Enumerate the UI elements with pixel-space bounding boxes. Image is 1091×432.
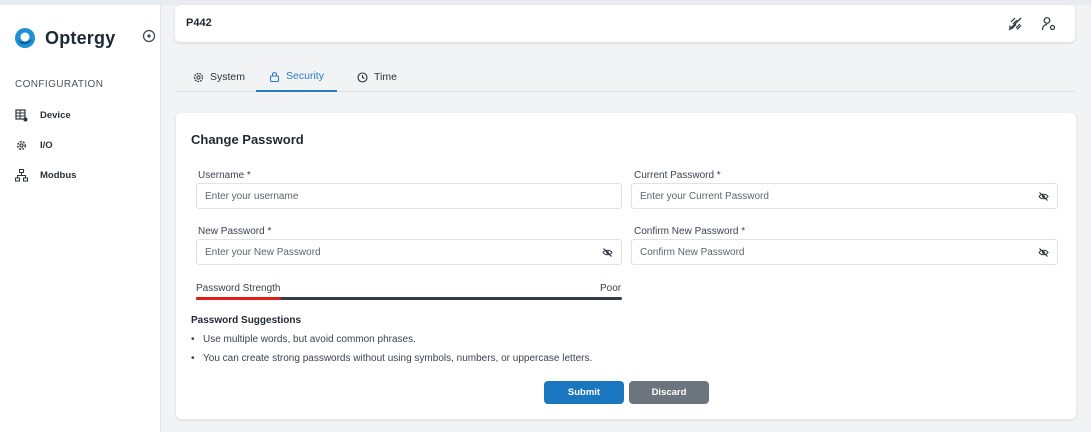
tab-label: Security [286, 70, 324, 82]
gear-icon [193, 72, 204, 82]
suggestions-title: Password Suggestions [191, 315, 302, 326]
settings-tabs: System Security Time [176, 62, 1076, 92]
new-password-label: New Password * [198, 226, 272, 237]
confirm-password-label: Confirm New Password * [634, 226, 746, 237]
new-password-field-wrap [196, 239, 622, 265]
username-field-wrap [196, 183, 622, 209]
password-strength-fill [196, 297, 282, 300]
tab-time[interactable]: Time [357, 62, 397, 92]
sidebar-item-modbus[interactable]: Modbus [15, 169, 76, 182]
password-strength-value: Poor [600, 283, 622, 294]
tab-label: System [210, 71, 246, 83]
password-strength-label: Password Strength [196, 283, 281, 294]
suggestion-item: • Use multiple words, but avoid common p… [191, 334, 416, 345]
card-title: Change Password [191, 132, 304, 147]
tab-system[interactable]: System [193, 62, 245, 92]
disconnected-plug-icon[interactable] [1007, 16, 1023, 32]
submit-button[interactable]: Submit [544, 381, 624, 404]
device-grid-icon [15, 109, 28, 122]
suggestion-text: Use multiple words, but avoid common phr… [203, 334, 416, 345]
change-password-card: Change Password Username * Current Passw… [176, 113, 1076, 419]
sidebar-item-label: Modbus [40, 170, 77, 181]
user-settings-icon[interactable] [1041, 16, 1057, 32]
sidebar-item-label: I/O [40, 140, 53, 151]
discard-button[interactable]: Discard [629, 381, 709, 404]
gear-cog-icon [17, 141, 26, 150]
device-title: P442 [186, 17, 212, 29]
network-icon [15, 169, 28, 182]
tab-security[interactable]: Security [256, 62, 337, 92]
sidebar-item-io[interactable]: I/O [15, 139, 53, 152]
password-strength-bar [196, 297, 622, 300]
suggestion-text: You can create strong passwords without … [203, 353, 593, 364]
bullet: • [191, 353, 195, 364]
sidebar-item-device[interactable]: Device [15, 109, 71, 122]
tab-label: Time [374, 71, 397, 83]
brand-name: Optergy [45, 27, 116, 48]
brand[interactable]: Optergy [14, 27, 115, 49]
current-password-label: Current Password * [634, 170, 721, 181]
sidebar-section-label: CONFIGURATION [15, 79, 104, 90]
username-input[interactable] [197, 184, 621, 208]
eye-off-icon[interactable] [1038, 191, 1049, 202]
current-password-field-wrap [631, 183, 1058, 209]
current-password-input[interactable] [632, 184, 1057, 208]
username-label: Username * [198, 170, 251, 181]
eye-off-icon[interactable] [602, 247, 613, 258]
confirm-password-input[interactable] [632, 240, 1057, 264]
header-bar: P442 [175, 5, 1075, 42]
eye-off-icon[interactable] [1038, 247, 1049, 258]
suggestion-item: • You can create strong passwords withou… [191, 353, 592, 364]
optergy-logo-icon [15, 28, 35, 48]
new-password-input[interactable] [197, 240, 621, 264]
confirm-password-field-wrap [631, 239, 1058, 265]
sidebar-item-label: Device [40, 110, 71, 121]
clock-icon [357, 71, 368, 83]
collapse-sidebar-icon[interactable] [142, 29, 156, 43]
bullet: • [191, 334, 195, 345]
sidebar: Optergy CONFIGURATION Device I/O Modbus [0, 5, 161, 432]
lock-icon [269, 71, 280, 82]
